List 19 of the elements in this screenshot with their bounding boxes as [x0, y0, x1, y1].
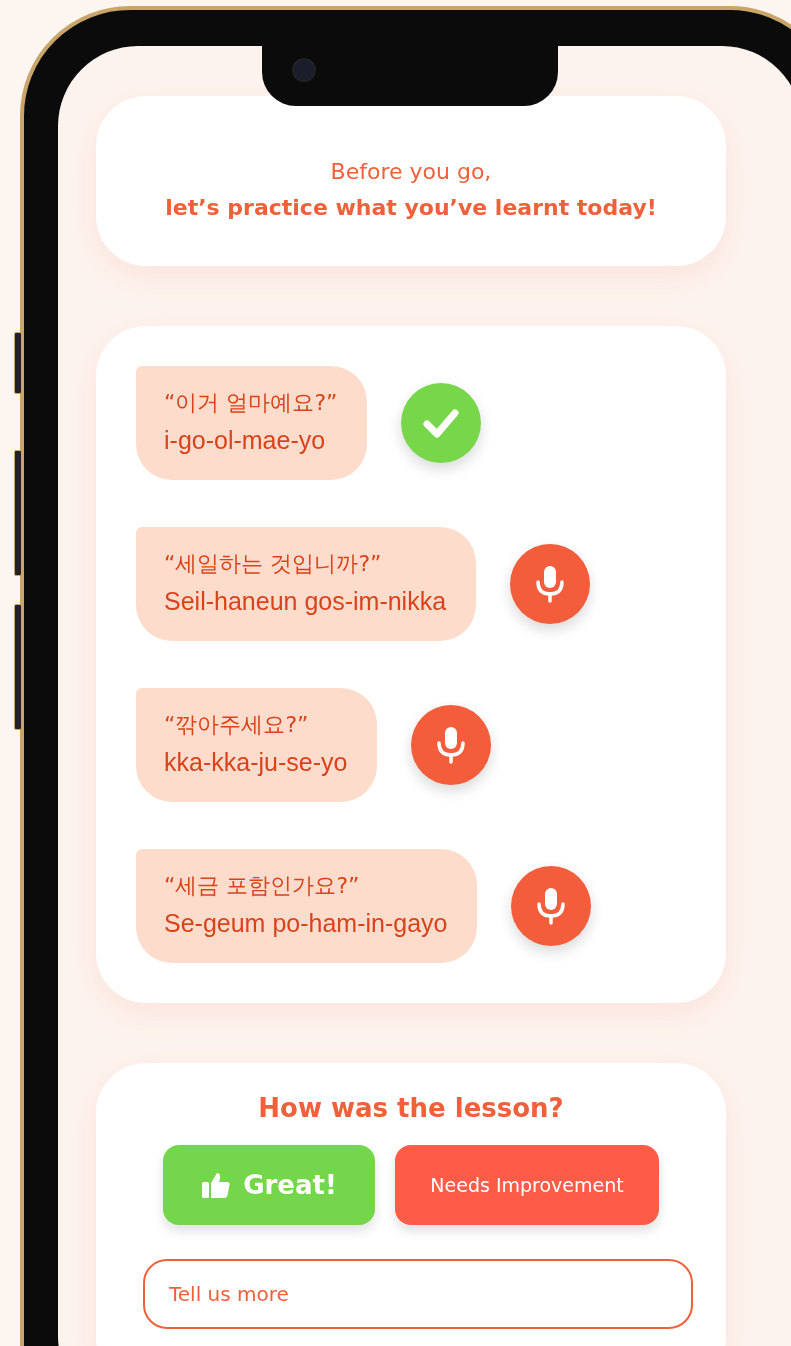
intro-heading: let’s practice what you’ve learnt today! [164, 194, 658, 222]
korean-phrase: “세일하는 것입니까?” [164, 550, 383, 578]
feedback-title: How was the lesson? [257, 1093, 565, 1123]
romanization: Se-geum po-ham-in-gayo [164, 908, 448, 939]
romanization: kka-kka-ju-se-yo [164, 747, 348, 778]
microphone-button[interactable] [510, 544, 591, 624]
romanization: i-go-ol-mae-yo [164, 425, 327, 456]
camera-icon [292, 58, 316, 82]
comment-field[interactable]: Tell us more [143, 1259, 693, 1329]
microphone-button[interactable] [411, 705, 492, 785]
great-button[interactable]: Great! [163, 1145, 375, 1225]
improvement-button[interactable]: Needs Improvement [395, 1145, 659, 1225]
romanization: Seil-haneun gos-im-nikka [164, 586, 447, 617]
microphone-button[interactable] [511, 866, 592, 946]
thumbs-up-icon [201, 1171, 232, 1199]
intro-text: Before you go, [329, 158, 493, 186]
korean-phrase: “세금 포함인가요?” [164, 872, 361, 900]
korean-phrase: “이거 얼마예요?” [164, 389, 338, 417]
korean-phrase: “깎아주세요?” [164, 711, 310, 739]
